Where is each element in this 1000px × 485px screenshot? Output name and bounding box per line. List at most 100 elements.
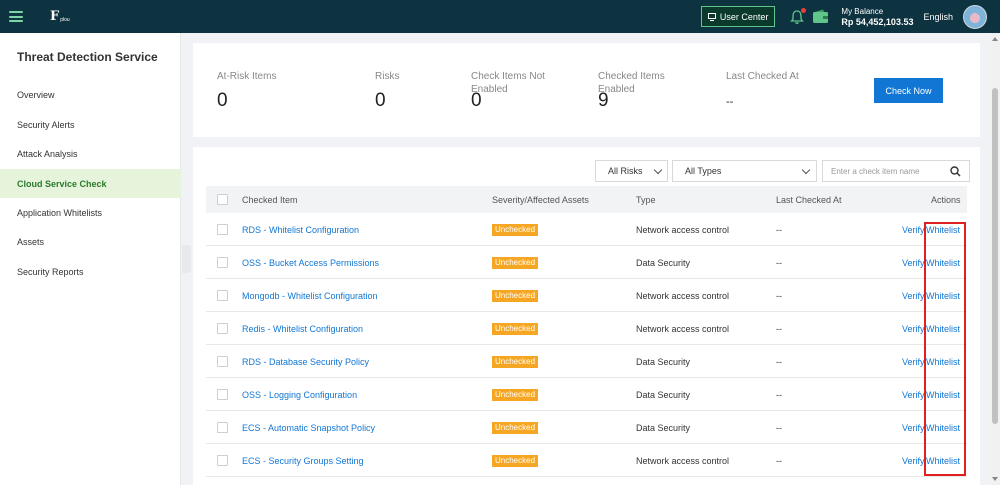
- stat-at-risk: At-Risk Items 0: [217, 70, 297, 111]
- last-checked-cell: --: [776, 456, 782, 466]
- column-header-severity: Severity/Affected Assets: [492, 195, 589, 205]
- verify-link[interactable]: Verify: [902, 390, 925, 400]
- sidebar-title: Threat Detection Service: [17, 50, 158, 64]
- type-cell: Network access control: [636, 291, 730, 301]
- status-badge: Unchecked: [492, 389, 539, 401]
- verify-link[interactable]: Verify: [902, 456, 925, 466]
- select-all-checkbox[interactable]: [217, 194, 228, 205]
- stat-checked: Checked Items Enabled 9: [598, 70, 678, 111]
- scrollbar[interactable]: [990, 33, 1000, 485]
- sidebar-item-assets[interactable]: Assets: [0, 227, 181, 256]
- search-icon[interactable]: [950, 166, 961, 177]
- table-row: OSS - Logging Configuration Unchecked Da…: [206, 378, 967, 411]
- menu-icon[interactable]: [9, 11, 23, 22]
- checked-item-link[interactable]: OSS - Bucket Access Permissions: [242, 258, 379, 268]
- search-box: [822, 160, 970, 182]
- type-cell: Network access control: [636, 324, 730, 334]
- verify-link[interactable]: Verify: [902, 324, 925, 334]
- type-cell: Data Security: [636, 390, 691, 400]
- column-header-last-checked: Last Checked At: [776, 195, 842, 205]
- scroll-down-arrow-icon[interactable]: [992, 477, 998, 481]
- status-badge: Unchecked: [492, 455, 539, 467]
- last-checked-cell: --: [776, 258, 782, 268]
- verify-link[interactable]: Verify: [902, 258, 925, 268]
- checked-item-link[interactable]: ECS - Automatic Snapshot Policy: [242, 423, 375, 433]
- stat-label: Check Items Not Enabled: [471, 71, 545, 95]
- whitelist-link[interactable]: Whitelist: [926, 390, 960, 400]
- status-badge: Unchecked: [492, 290, 539, 302]
- checked-item-link[interactable]: Mongodb - Whitelist Configuration: [242, 291, 378, 301]
- monitor-icon: [707, 12, 716, 21]
- stat-label: Last Checked At: [726, 71, 799, 82]
- row-checkbox[interactable]: [217, 224, 228, 235]
- row-checkbox[interactable]: [217, 323, 228, 334]
- wallet-icon: [813, 9, 829, 23]
- whitelist-link[interactable]: Whitelist: [926, 456, 960, 466]
- verify-link[interactable]: Verify: [902, 225, 925, 235]
- stat-not-enabled: Check Items Not Enabled 0: [471, 70, 551, 111]
- type-cell: Network access control: [636, 456, 730, 466]
- table-row: Mongodb - Whitelist Configuration Unchec…: [206, 279, 967, 312]
- whitelist-link[interactable]: Whitelist: [926, 225, 960, 235]
- whitelist-link[interactable]: Whitelist: [926, 324, 960, 334]
- user-center-button[interactable]: User Center: [700, 6, 776, 27]
- sidebar-item-security-reports[interactable]: Security Reports: [0, 257, 181, 286]
- status-badge: Unchecked: [492, 422, 539, 434]
- sidebar-item-overview[interactable]: Overview: [0, 80, 181, 109]
- verify-link[interactable]: Verify: [902, 423, 925, 433]
- whitelist-link[interactable]: Whitelist: [926, 357, 960, 367]
- row-checkbox[interactable]: [217, 290, 228, 301]
- stat-risks: Risks 0: [375, 70, 455, 111]
- scrollbar-thumb[interactable]: [992, 88, 998, 424]
- search-input[interactable]: [831, 166, 951, 176]
- verify-link[interactable]: Verify: [902, 357, 925, 367]
- column-header-actions: Actions: [931, 195, 961, 205]
- notification-bell-icon[interactable]: [789, 7, 807, 25]
- table-row: RDS - Database Security Policy Unchecked…: [206, 345, 967, 378]
- type-filter-select[interactable]: All Types: [672, 160, 817, 182]
- type-filter-value: All Types: [685, 166, 722, 176]
- checked-item-link[interactable]: Redis - Whitelist Configuration: [242, 324, 363, 334]
- table-row: OSS - Bucket Access Permissions Unchecke…: [206, 246, 967, 279]
- stat-value: 0: [217, 90, 228, 111]
- scroll-up-arrow-icon[interactable]: [992, 37, 998, 41]
- sidebar-item-attack-analysis[interactable]: Attack Analysis: [0, 139, 181, 168]
- avatar[interactable]: [963, 4, 987, 29]
- checked-item-link[interactable]: ECS - Security Groups Setting: [242, 456, 364, 466]
- row-checkbox[interactable]: [217, 455, 228, 466]
- table-row: ECS - Automatic Snapshot Policy Unchecke…: [206, 411, 967, 444]
- language-selector[interactable]: English: [923, 12, 953, 22]
- summary-card: At-Risk Items 0 Risks 0 Check Items Not …: [193, 43, 980, 137]
- checked-item-link[interactable]: RDS - Database Security Policy: [242, 357, 369, 367]
- checked-item-link[interactable]: RDS - Whitelist Configuration: [242, 225, 359, 235]
- status-badge: Unchecked: [492, 356, 539, 368]
- row-checkbox[interactable]: [217, 389, 228, 400]
- sidebar-item-cloud-service-check[interactable]: Cloud Service Check: [0, 169, 181, 198]
- last-checked-cell: --: [776, 225, 782, 235]
- balance[interactable]: My Balance Rp 54,452,103.53: [841, 6, 913, 28]
- row-checkbox[interactable]: [217, 422, 228, 433]
- sidebar-item-application-whitelists[interactable]: Application Whitelists: [0, 198, 181, 227]
- sidebar-item-security-alerts[interactable]: Security Alerts: [0, 110, 181, 139]
- stat-value: 0: [471, 90, 482, 111]
- stat-value: --: [726, 96, 734, 108]
- whitelist-link[interactable]: Whitelist: [926, 291, 960, 301]
- last-checked-cell: --: [776, 324, 782, 334]
- risk-filter-select[interactable]: All Risks: [595, 160, 668, 182]
- logo-mark: F: [50, 9, 60, 24]
- type-cell: Data Security: [636, 258, 691, 268]
- whitelist-link[interactable]: Whitelist: [926, 423, 960, 433]
- row-checkbox[interactable]: [217, 257, 228, 268]
- check-now-button[interactable]: Check Now: [874, 78, 943, 103]
- checked-item-link[interactable]: OSS - Logging Configuration: [242, 390, 357, 400]
- verify-link[interactable]: Verify: [902, 291, 925, 301]
- logo[interactable]: F plou: [50, 10, 70, 23]
- notification-dot: [801, 7, 807, 13]
- last-checked-cell: --: [776, 423, 782, 433]
- table-header: Checked Item Severity/Affected Assets Ty…: [206, 186, 967, 213]
- row-checkbox[interactable]: [217, 356, 228, 367]
- chevron-down-icon: [801, 165, 811, 175]
- sidebar-collapse-handle[interactable]: [182, 245, 191, 273]
- stat-label: Checked Items Enabled: [598, 71, 665, 95]
- whitelist-link[interactable]: Whitelist: [926, 258, 960, 268]
